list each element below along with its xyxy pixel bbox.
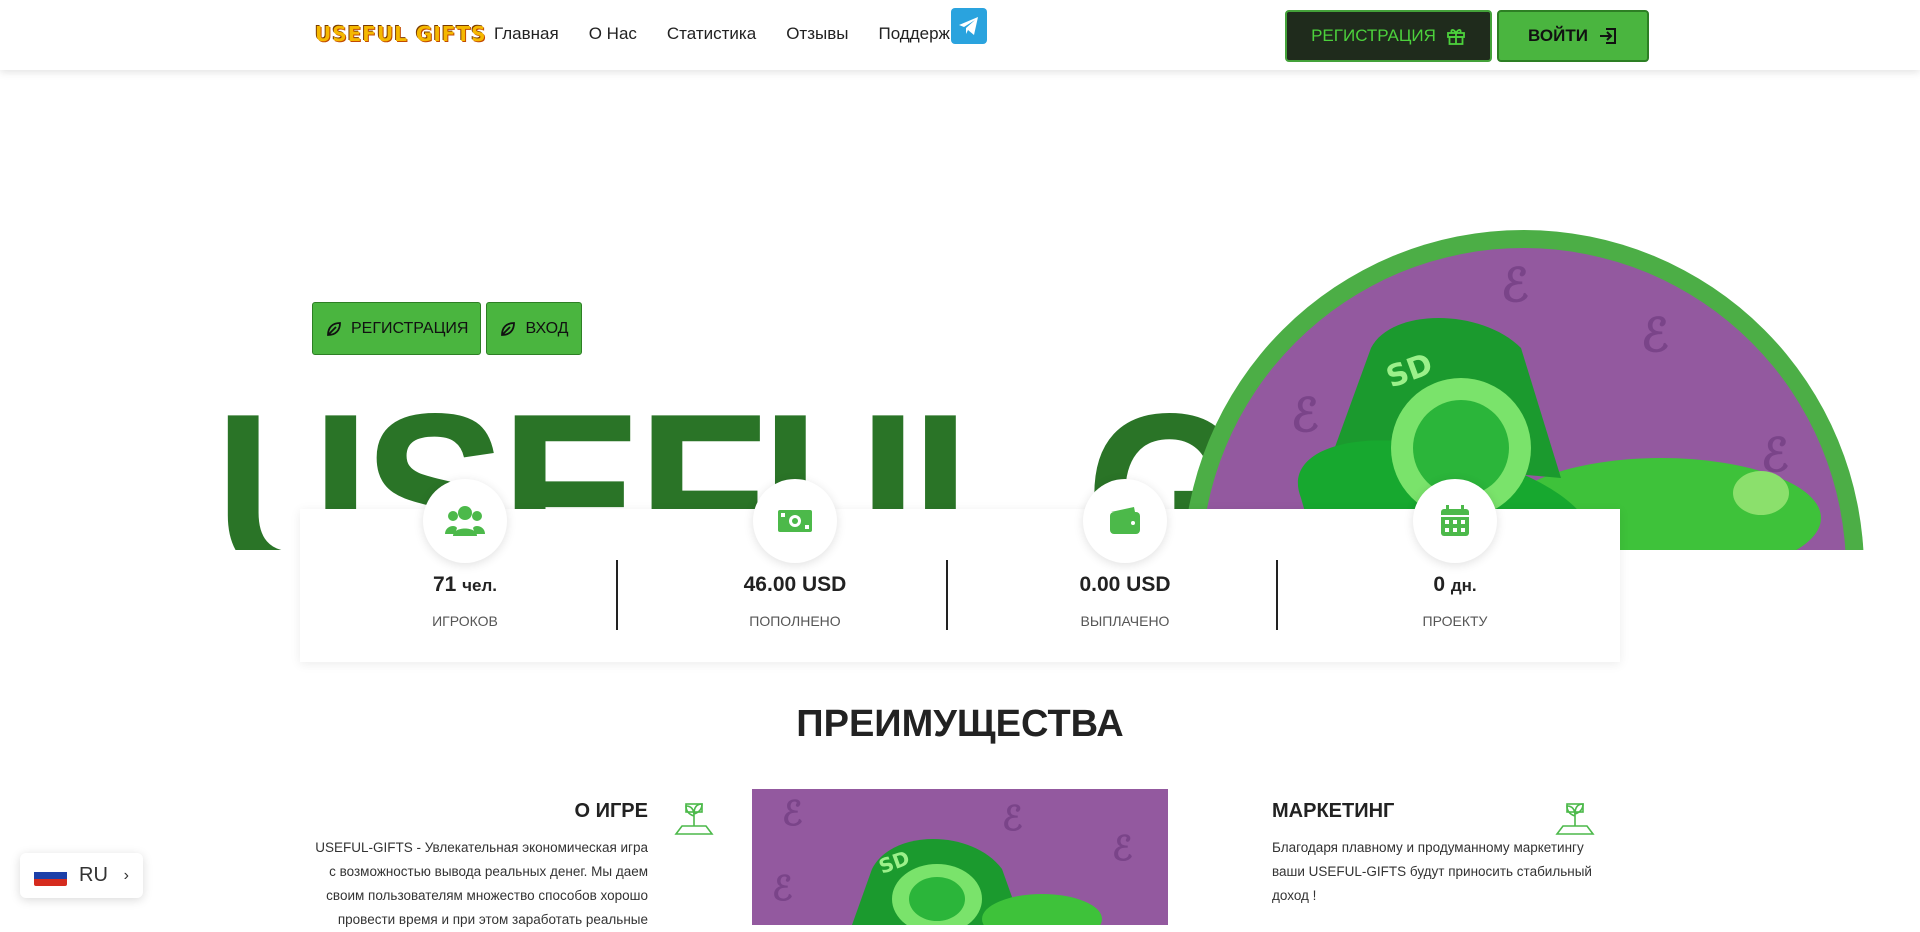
sprout-icon [674, 803, 714, 835]
nav-reviews[interactable]: Отзывы [786, 24, 848, 44]
nav-home[interactable]: Главная [494, 24, 559, 44]
stat-label: ПРОЕКТУ [1422, 613, 1488, 629]
login-label: ВОЙТИ [1528, 26, 1588, 45]
about-title: О ИГРЕ [574, 800, 648, 822]
users-icon [423, 479, 507, 563]
advantages-image: ℰ ℰ ℰ ℰ SD [752, 789, 1168, 925]
stat-unit: дн. [1450, 576, 1477, 595]
header: USEFUL GIFTS Главная О Нас Статистика От… [0, 0, 1920, 70]
login-icon [1599, 28, 1616, 44]
hero-illustration: ℰ ℰ ℰ ℰ ℰ ℰ SD [1183, 230, 1864, 550]
flag-ru-icon [34, 865, 67, 886]
wallet-icon [1083, 479, 1167, 563]
divider [616, 560, 618, 630]
stat-unit: чел. [462, 576, 498, 595]
stat-label: ПОПОЛНЕНО [749, 613, 841, 629]
stat-days: 0 дн. ПРОЕКТУ [1290, 479, 1620, 662]
hero-login-label: ВХОД [525, 319, 569, 337]
advantages-title: ПРЕИМУЩЕСТВА [796, 703, 1124, 745]
stat-label: ИГРОКОВ [432, 613, 498, 629]
stat-value: 71 [432, 573, 457, 596]
sprout-icon [1555, 803, 1595, 835]
marketing-text: Благодаря плавному и продуманному маркет… [1272, 840, 1592, 903]
login-button[interactable]: ВОЙТИ [1497, 10, 1649, 62]
register-label: РЕГИСТРАЦИЯ [1311, 26, 1436, 45]
marketing-title: МАРКЕТИНГ [1272, 800, 1395, 822]
nav-stats[interactable]: Статистика [667, 24, 756, 44]
stat-players: 71 чел. ИГРОКОВ [300, 479, 630, 662]
about-text: USEFUL-GIFTS - Увлекательная экономическ… [315, 840, 648, 927]
language-code: RU [79, 864, 108, 886]
stat-value: 0 [1433, 573, 1446, 596]
calendar-icon [1413, 479, 1497, 563]
register-button[interactable]: РЕГИСТРАЦИЯ [1285, 10, 1492, 62]
telegram-icon[interactable] [951, 8, 987, 44]
logo[interactable]: USEFUL GIFTS [315, 22, 486, 46]
stat-value: 0.00 USD [1079, 573, 1171, 596]
stats-panel: 71 чел. ИГРОКОВ 46.00 USD ПОПОЛНЕНО 0.00… [300, 479, 1620, 662]
main-nav: Главная О Нас Статистика Отзывы Поддержк… [494, 24, 967, 44]
gift-icon [1447, 29, 1465, 45]
money-icon [753, 479, 837, 563]
stat-label: ВЫПЛАЧЕНО [1080, 613, 1170, 629]
hero-buttons: РЕГИСТРАЦИЯ ВХОД [312, 302, 582, 355]
leaf-icon [501, 321, 516, 336]
hero-register-button[interactable]: РЕГИСТРАЦИЯ [312, 302, 482, 355]
stat-value: 46.00 USD [743, 573, 847, 596]
hero-register-label: РЕГИСТРАЦИЯ [351, 319, 469, 337]
stat-deposited: 46.00 USD ПОПОЛНЕНО [630, 479, 960, 662]
chevron-right-icon: › [123, 866, 129, 884]
divider [1276, 560, 1278, 630]
stat-paid: 0.00 USD ВЫПЛАЧЕНО [960, 479, 1290, 662]
hero-login-button[interactable]: ВХОД [486, 302, 582, 355]
leaf-icon [327, 321, 341, 336]
language-switcher[interactable]: RU › [20, 853, 143, 898]
divider [946, 560, 948, 630]
nav-about[interactable]: О Нас [589, 24, 637, 44]
